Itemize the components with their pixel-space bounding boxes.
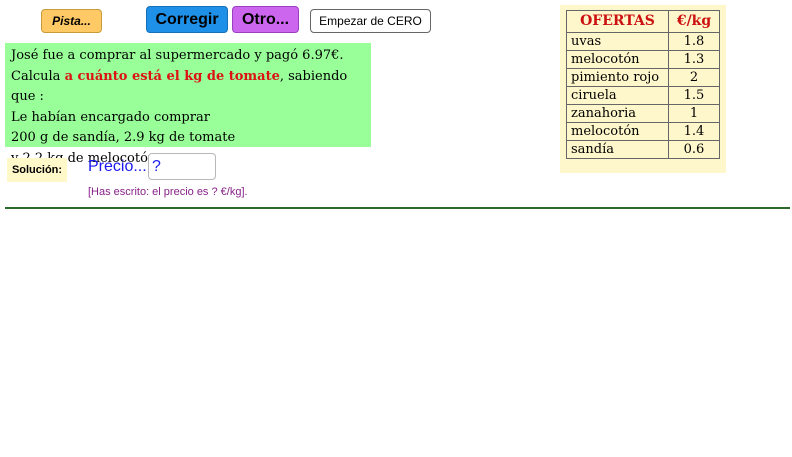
offer-name: ciruela: [566, 86, 669, 105]
another-problem-button[interactable]: Otro...: [232, 6, 299, 33]
price-label: Precio...: [88, 158, 147, 175]
hint-button[interactable]: Pista...: [41, 9, 102, 33]
offer-price: 2: [668, 68, 720, 87]
offers-panel: OFERTAS €/kg uvas 1.8 melocotón 1.3 pimien…: [560, 5, 726, 173]
problem-line-4: 200 g de sandía, 2.9 kg de tomate: [11, 130, 236, 145]
problem-statement: José fue a comprar al supermercado y pag…: [5, 43, 371, 166]
check-button[interactable]: Corregir: [146, 6, 228, 33]
offer-price: 0.6: [668, 140, 720, 159]
table-row: uvas 1.8: [566, 32, 720, 51]
offer-name: zanahoria: [566, 104, 669, 123]
problem-line-2: Calcula a cuánto está el kg de tomate, s…: [11, 67, 365, 108]
table-row: melocotón 1.4: [566, 122, 720, 141]
offers-table: OFERTAS €/kg uvas 1.8 melocotón 1.3 pimien…: [566, 10, 720, 159]
solution-label: Solución:: [7, 158, 67, 182]
problem-line-1: José fue a comprar al supermercado y pag…: [11, 48, 344, 63]
table-row: melocotón 1.3: [566, 50, 720, 69]
table-row: pimiento rojo 2: [566, 68, 720, 87]
offer-price: 1.3: [668, 50, 720, 69]
table-row: sandía 0.6: [566, 140, 720, 159]
table-row: ciruela 1.5: [566, 86, 720, 105]
offer-name: melocotón: [566, 122, 669, 141]
table-row: zanahoria 1: [566, 104, 720, 123]
offers-header-row: OFERTAS €/kg: [566, 10, 720, 33]
offers-header-price: €/kg: [668, 10, 720, 33]
offer-price: 1.5: [668, 86, 720, 105]
problem-question-highlight: a cuánto está el kg de tomate: [64, 68, 280, 84]
offer-name: sandía: [566, 140, 669, 159]
offer-price: 1: [668, 104, 720, 123]
restart-button[interactable]: Empezar de CERO: [310, 9, 431, 33]
offer-price: 1.8: [668, 32, 720, 51]
offer-name: uvas: [566, 32, 669, 51]
divider-line: [5, 207, 790, 209]
problem-line-2-prefix: Calcula: [11, 68, 65, 84]
offer-name: pimiento rojo: [566, 68, 669, 87]
offer-price: 1.4: [668, 122, 720, 141]
problem-line-3: Le habían encargado comprar: [11, 109, 210, 125]
offer-name: melocotón: [566, 50, 669, 69]
offers-header-name: OFERTAS: [566, 10, 669, 33]
answer-feedback: [Has escrito: el precio es ? €/kg].: [88, 186, 248, 198]
price-answer-input[interactable]: [148, 153, 216, 180]
